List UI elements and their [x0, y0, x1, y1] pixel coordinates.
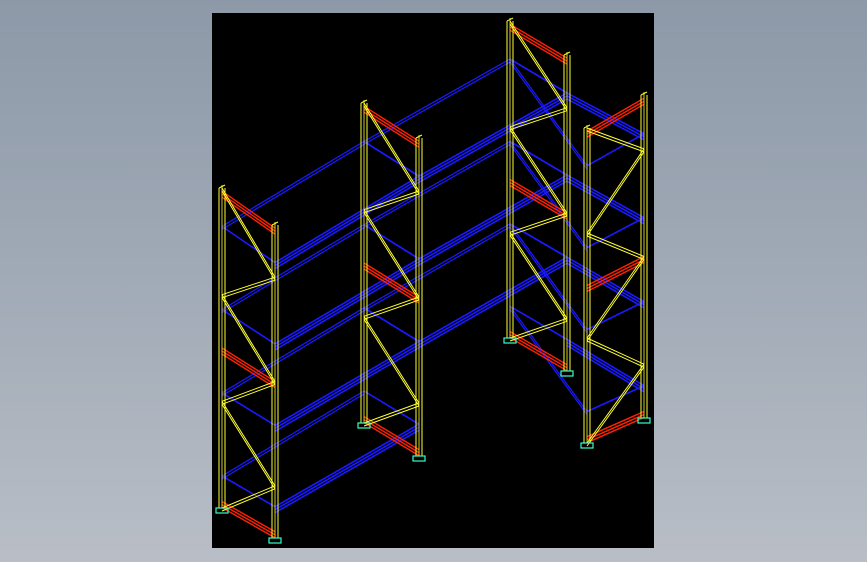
rear-beam — [363, 143, 511, 229]
rear-beam — [509, 226, 588, 333]
frame-brace — [221, 404, 276, 490]
end-tie — [509, 23, 568, 59]
front-beam — [418, 98, 568, 183]
rear-beam — [221, 143, 365, 230]
rear-beam — [363, 140, 511, 226]
rear-beam — [221, 224, 365, 311]
front-beam — [566, 95, 645, 138]
end-tie — [509, 29, 568, 65]
rear-beam — [221, 307, 365, 394]
front-beam — [274, 346, 420, 433]
frame-brace — [363, 405, 420, 427]
rear-beam — [363, 61, 511, 145]
base-plate — [412, 455, 426, 462]
frame-brace — [509, 215, 568, 236]
frame-brace — [509, 212, 568, 233]
frame-brace — [586, 363, 645, 444]
front-beam — [418, 259, 568, 346]
rear-beam — [509, 58, 588, 167]
end-tie — [586, 416, 645, 444]
front-beam — [274, 178, 420, 267]
frame-brace — [586, 130, 645, 153]
end-tie — [509, 331, 568, 366]
end-tie — [221, 506, 276, 539]
upright-frame-layer — [218, 17, 648, 538]
frame-brace — [221, 485, 276, 509]
frame-brace — [586, 366, 645, 447]
end-tie — [221, 503, 276, 536]
frame-brace — [509, 232, 568, 319]
front-beam — [418, 177, 568, 263]
rear-beam — [509, 144, 588, 252]
front-beam — [566, 180, 645, 225]
front-beam — [274, 258, 420, 345]
front-beam — [418, 262, 568, 349]
front-beam — [418, 174, 568, 260]
frame-brace — [509, 320, 568, 342]
front-beam — [566, 262, 645, 309]
front-beam — [418, 92, 568, 177]
front-beam — [566, 92, 645, 135]
front-beam — [566, 174, 645, 219]
rear-beam — [221, 140, 365, 227]
end-tie — [509, 26, 568, 62]
rear-beam — [509, 305, 588, 412]
front-beam — [418, 95, 568, 180]
rear-beam — [221, 390, 365, 477]
end-tie — [509, 334, 568, 369]
end-tie — [363, 105, 420, 142]
end-tie — [586, 410, 645, 438]
frame-brace — [509, 107, 568, 128]
front-beam — [418, 180, 568, 266]
end-tie — [363, 415, 420, 451]
frame-brace — [363, 105, 420, 195]
front-beam — [274, 175, 420, 264]
cad-viewport[interactable] — [212, 13, 654, 548]
frame-brace — [586, 232, 645, 257]
rear-beam — [363, 58, 511, 142]
rear-beam — [363, 226, 511, 312]
rear-beam — [363, 223, 511, 309]
shelf-side-member — [363, 390, 420, 425]
front-beam — [274, 343, 420, 430]
end-tie — [363, 418, 420, 454]
shelf-side-member — [509, 305, 568, 341]
frame-brace — [363, 316, 420, 404]
end-tie — [509, 337, 568, 372]
rack-drawing — [215, 17, 651, 544]
shelf-side-member — [586, 384, 645, 413]
shelf-side-member — [363, 307, 420, 343]
end-tie-layer — [221, 23, 645, 539]
base-plate — [560, 370, 574, 377]
end-tie — [586, 413, 645, 441]
front-beam — [566, 344, 645, 393]
front-beam — [274, 340, 420, 427]
base-plate — [268, 537, 282, 544]
front-beam — [566, 177, 645, 222]
shelf-side-member — [221, 475, 276, 508]
end-tie — [221, 190, 276, 229]
frame-brace — [221, 401, 276, 487]
frame-brace — [586, 235, 645, 260]
rear-beam — [509, 61, 588, 170]
end-tie — [221, 500, 276, 533]
frame-brace — [221, 279, 276, 299]
front-beam — [274, 181, 420, 270]
frame-brace — [509, 235, 568, 322]
frame-brace — [363, 319, 420, 407]
shelf-side-member — [221, 392, 276, 427]
shelf-side-member — [509, 223, 568, 258]
frame-brace — [221, 190, 276, 281]
shelf-side-member — [586, 217, 645, 249]
